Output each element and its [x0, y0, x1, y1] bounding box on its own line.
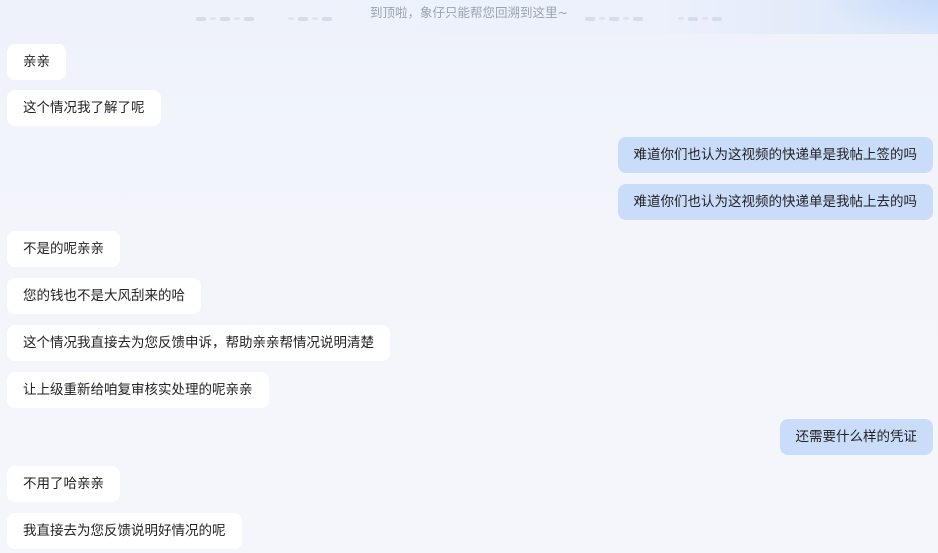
- agent-message: 您的钱也不是大风刮来的哈: [7, 278, 201, 314]
- agent-message: 这个情况我了解了呢: [7, 90, 161, 126]
- customer-message: 难道你们也认为这视频的快递单是我帖上签的吗: [617, 137, 933, 173]
- agent-message: 亲亲: [7, 44, 66, 80]
- customer-message: 还需要什么样的凭证: [779, 419, 933, 455]
- agent-message: 不是的呢亲亲: [7, 231, 120, 267]
- agent-message: 让上级重新给咱复审核实处理的呢亲亲: [7, 372, 269, 408]
- top-notice: 到顶啦，象仔只能帮您回溯到这里~: [370, 5, 568, 20]
- agent-message: 这个情况我直接去为您反馈申诉，帮助亲亲帮情况说明清楚: [7, 325, 390, 361]
- agent-message: 我直接去为您反馈说明好情况的呢: [7, 513, 242, 549]
- agent-message: 不用了哈亲亲: [7, 466, 120, 502]
- customer-message: 难道你们也认为这视频的快递单是我帖上去的吗: [617, 184, 933, 220]
